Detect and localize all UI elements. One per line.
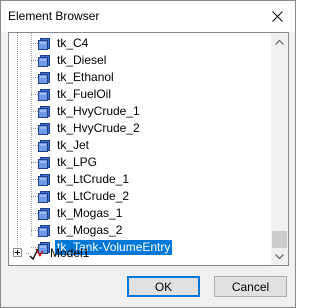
tree-node-label: tk_FuelOil bbox=[57, 87, 112, 101]
tank-icon bbox=[38, 106, 50, 118]
tree-node-label: tk_Mogas_1 bbox=[57, 206, 123, 220]
tree-node-label: tk_LtCrude_2 bbox=[57, 189, 130, 203]
close-icon bbox=[271, 11, 283, 22]
tank-icon bbox=[38, 123, 50, 135]
tree-node-label: tk_HvyCrude_2 bbox=[57, 121, 140, 135]
cancel-button[interactable]: Cancel bbox=[214, 276, 287, 297]
tree-node-tank[interactable]: tk_Jet bbox=[9, 137, 277, 154]
tank-icon bbox=[38, 55, 50, 67]
dialog-title: Element Browser bbox=[8, 9, 100, 23]
tank-icon bbox=[38, 38, 50, 50]
tank-icon bbox=[38, 225, 50, 237]
tree-node-tank[interactable]: tk_HvyCrude_2 bbox=[9, 120, 277, 137]
chevron-up-icon bbox=[275, 39, 284, 45]
title-bar: Element Browser bbox=[1, 1, 295, 32]
vertical-scrollbar[interactable] bbox=[271, 33, 288, 265]
tree-node-tank[interactable]: tk_Mogas_1 bbox=[9, 205, 277, 222]
tree-node-label: tk_LPG bbox=[57, 155, 98, 169]
chevron-down-icon bbox=[275, 253, 284, 259]
tank-icon bbox=[38, 140, 50, 152]
tank-icon bbox=[38, 191, 50, 203]
plus-expander-icon[interactable] bbox=[13, 248, 22, 257]
tank-icon bbox=[38, 157, 50, 169]
tree-node-tank[interactable]: tk_FuelOil bbox=[9, 86, 277, 103]
tank-icon bbox=[38, 89, 50, 101]
tree-node-label: tk_Jet bbox=[57, 138, 90, 152]
tree-node-tank[interactable]: tk_Diesel bbox=[9, 52, 277, 69]
scroll-down-button[interactable] bbox=[271, 248, 288, 265]
tree-node-label: tk_Diesel bbox=[57, 53, 107, 67]
model-icon bbox=[26, 248, 44, 261]
tree-node-label: tk_LtCrude_1 bbox=[57, 172, 130, 186]
tree-node-tank[interactable]: tk_HvyCrude_1 bbox=[9, 103, 277, 120]
tree-node-label: tk_Mogas_2 bbox=[57, 223, 123, 237]
tank-icon bbox=[38, 174, 50, 186]
tree-node-tank[interactable]: tk_C4 bbox=[9, 35, 277, 52]
tree-node-label: tk_C4 bbox=[57, 36, 89, 50]
tree-node-tank[interactable]: tk_LtCrude_1 bbox=[9, 171, 277, 188]
tree-node-tank[interactable]: tk_Ethanol bbox=[9, 69, 277, 86]
element-browser-dialog: Element Browser tk_C4 tk_Diesel tk_Ethanol… bbox=[0, 0, 296, 308]
element-tree[interactable]: tk_C4 tk_Diesel tk_Ethanol tk_FuelOil tk_Hvy… bbox=[8, 32, 289, 266]
scroll-up-button[interactable] bbox=[271, 33, 288, 50]
scroll-thumb[interactable] bbox=[272, 231, 287, 248]
tree-node-model1[interactable]: Model1 bbox=[9, 245, 277, 262]
tree-node-label: tk_Ethanol bbox=[57, 70, 114, 84]
tank-icon bbox=[38, 72, 50, 84]
tree-node-tank[interactable]: tk_LtCrude_2 bbox=[9, 188, 277, 205]
tree-node-label: Model1 bbox=[50, 246, 90, 260]
tree-node-tank[interactable]: tk_LPG bbox=[9, 154, 277, 171]
tree-node-label: tk_HvyCrude_1 bbox=[57, 104, 140, 118]
close-button[interactable] bbox=[259, 1, 295, 32]
ok-button[interactable]: OK bbox=[127, 276, 200, 297]
tree-node-tank[interactable]: tk_Mogas_2 bbox=[9, 222, 277, 239]
tank-icon bbox=[38, 208, 50, 220]
